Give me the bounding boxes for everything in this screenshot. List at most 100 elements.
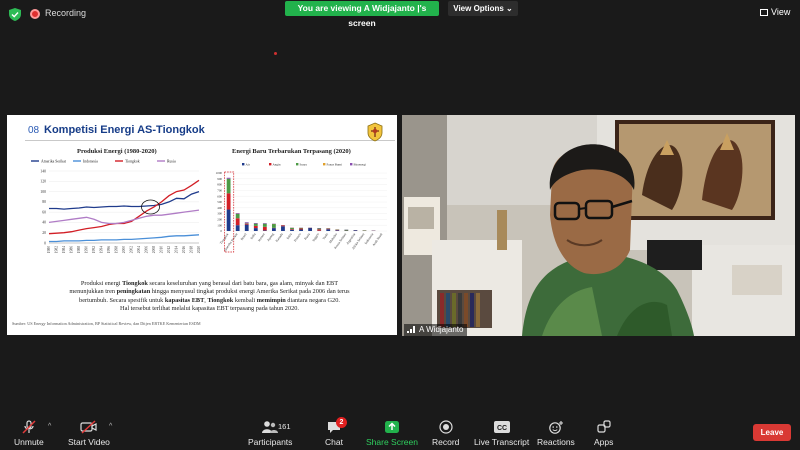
apps-button[interactable]: Apps xyxy=(594,420,613,447)
bar-segment-bioenergi xyxy=(244,222,249,224)
energy-production-line-chart: Amerika Serikat Indonesia Tiongkok Rusia 0 20… xyxy=(31,160,201,253)
line-x-tick-label: 1996 xyxy=(107,246,111,253)
share-screen-button[interactable]: Share Screen xyxy=(366,420,418,447)
participants-label: Participants xyxy=(248,437,293,447)
bar-legend-swatch xyxy=(269,163,272,166)
bar-segment-surya xyxy=(290,227,294,230)
bar-legend-label: Panas Bumi xyxy=(327,162,342,166)
record-label: Record xyxy=(432,437,460,447)
video-options-caret[interactable]: ^ xyxy=(109,423,112,430)
bar-segment-angin xyxy=(290,229,294,230)
bar-x-tick-label: Turki xyxy=(322,232,329,240)
closed-caption-icon: CC xyxy=(493,421,510,433)
line-x-tick-label: 2020 xyxy=(197,246,201,253)
line-x-tick-label: 1990 xyxy=(85,246,89,253)
bar-segment-bioenergi xyxy=(226,177,231,179)
line-x-tick-label: 1994 xyxy=(100,246,104,253)
line-x-tick-label: 2012 xyxy=(167,246,171,253)
line-x-tick-label: 1998 xyxy=(115,246,119,253)
microphone-muted-icon xyxy=(22,420,36,434)
share-screen-icon xyxy=(384,421,399,433)
line-legend-label: Tiongkok xyxy=(125,160,140,164)
bar-segment-air xyxy=(353,230,358,231)
line-x-tick-label: 2018 xyxy=(190,246,194,253)
bar-segment-angin xyxy=(317,229,322,231)
reactions-label: Reactions xyxy=(537,437,575,447)
line-x-tick-label: 2014 xyxy=(175,246,179,253)
bar-y-tick-label: 100 xyxy=(217,223,222,227)
bar-segment-air xyxy=(281,226,285,231)
bar-chart-title: Energi Baru Terbarukan Terpasang (2020) xyxy=(232,148,351,155)
start-video-button[interactable]: Start Video xyxy=(68,420,110,447)
bar-legend-swatch xyxy=(242,163,245,166)
view-options-button[interactable]: View Options ⌄ xyxy=(448,1,518,16)
bar-segment-angin xyxy=(235,218,240,226)
body-line-2: menunjukkan tren peningkatan hingga meny… xyxy=(69,288,350,296)
bar-legend-swatch xyxy=(350,163,353,166)
chat-unread-badge: 2 xyxy=(336,417,347,428)
line-legend-label: Amerika Serikat xyxy=(41,160,67,164)
bar-segment-bioenergi xyxy=(262,223,267,224)
line-y-tick-label: 80 xyxy=(42,200,46,204)
bar-segment-surya xyxy=(299,227,303,229)
bar-segment-air xyxy=(308,227,313,231)
signal-strength-icon xyxy=(407,326,415,333)
reactions-button[interactable]: Reactions xyxy=(537,420,575,447)
unmute-button[interactable]: Unmute xyxy=(14,420,44,447)
participants-count: 161 xyxy=(278,422,291,431)
crossover-annotation-circle xyxy=(141,199,160,215)
recording-icon xyxy=(30,9,40,19)
bar-y-tick-label: 900 xyxy=(217,177,222,181)
bar-x-tick-label: Inggris xyxy=(311,232,320,243)
bar-segment-bioenergi xyxy=(235,213,240,214)
view-button[interactable]: View xyxy=(760,7,790,17)
bar-segment-surya xyxy=(271,223,276,228)
line-y-tick-label: 140 xyxy=(40,169,46,173)
bar-segment-angin xyxy=(226,193,231,210)
video-off-icon xyxy=(80,420,97,434)
body-line-4: Hal tersebut terlihat melalui kapasitas … xyxy=(120,305,299,313)
bar-y-tick-label: 300 xyxy=(217,212,222,216)
line-x-tick-label: 2010 xyxy=(160,246,164,253)
bar-segment-air xyxy=(262,230,267,231)
bar-x-tick-label: Kanada xyxy=(275,232,284,243)
reactions-smiley-icon xyxy=(549,421,563,434)
bar-x-tick-label: Prancis xyxy=(293,232,302,243)
body-line-1: Produksi energi Tiongkok secara keseluru… xyxy=(80,280,339,287)
slide-body-text: Produksi energi Tiongkok secara keseluru… xyxy=(37,280,382,314)
line-x-tick-label: 1982 xyxy=(55,246,59,253)
line-x-tick-label: 2002 xyxy=(130,246,134,253)
bar-segment-angin xyxy=(299,228,303,230)
participant-video-tile[interactable] xyxy=(402,115,795,336)
line-series-tiongkok xyxy=(48,179,200,235)
line-x-tick-label: 2008 xyxy=(152,246,156,253)
line-legend-label: Indonesia xyxy=(83,160,98,164)
line-x-tick-label: 1980 xyxy=(47,246,51,253)
leave-button[interactable]: Leave xyxy=(753,424,791,441)
viewing-screen-banner: You are viewing A Widjajanto |'s screen xyxy=(285,1,439,28)
bar-segment-air xyxy=(326,229,331,231)
view-button-label: View xyxy=(771,7,791,17)
bar-x-tick-label: Italia xyxy=(286,232,293,240)
bar-y-tick-label: 200 xyxy=(217,218,222,222)
audio-options-caret[interactable]: ^ xyxy=(48,423,51,430)
bar-segment-surya xyxy=(226,178,231,194)
line-series-indonesia xyxy=(49,234,200,243)
slide-title: Kompetisi Energi AS-Tiongkok xyxy=(44,124,205,136)
shield-icon[interactable] xyxy=(9,8,21,21)
share-screen-label: Share Screen xyxy=(366,437,418,447)
cursor-dot xyxy=(274,52,277,55)
live-transcript-button[interactable]: CC Live Transcript xyxy=(474,420,529,447)
record-button[interactable]: Record xyxy=(432,420,459,447)
bar-y-tick-label: 400 xyxy=(217,206,222,210)
bar-y-tick-label: 500 xyxy=(217,200,222,204)
line-legend-label: Rusia xyxy=(167,160,176,164)
bar-segment-bioenergi xyxy=(253,222,258,224)
line-x-tick-label: 1986 xyxy=(70,246,74,253)
shared-screen-slide: 08 Kompetisi Energi AS-Tiongkok Produksi… xyxy=(7,115,397,335)
bar-segment-angin xyxy=(262,226,267,231)
line-x-tick-label: 1988 xyxy=(77,246,81,253)
line-x-tick-label: 1992 xyxy=(92,246,96,253)
line-y-tick-label: 20 xyxy=(42,231,46,235)
bar-segment-angin xyxy=(244,223,249,225)
